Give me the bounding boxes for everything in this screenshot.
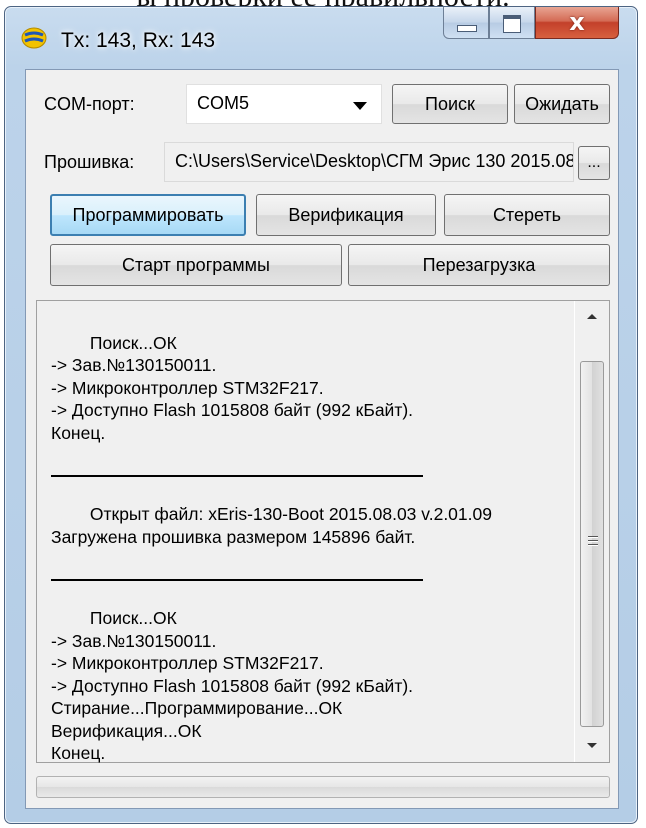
arrow-down-icon: [587, 743, 597, 748]
firmware-path-field[interactable]: C:\Users\Service\Desktop\СГМ Эрис 130 20…: [164, 142, 574, 182]
log-block: Поиск...ОК -> Зав.№130150011. -> Микроко…: [51, 332, 414, 443]
browse-button[interactable]: ...: [578, 146, 610, 180]
log-scrollbar[interactable]: [574, 301, 609, 762]
log-separator: [51, 578, 423, 581]
log-block: Открыт файл: xEris-130-Boot 2015.08.03 v…: [51, 504, 492, 547]
app-window: Tx: 143, Rx: 143 x COM-порт: COM5 Поиск …: [4, 6, 638, 824]
scroll-thumb[interactable]: [580, 361, 604, 727]
scroll-up-button[interactable]: [575, 301, 609, 335]
log-text: Поиск...ОК -> Зав.№130150011. -> Микроко…: [51, 309, 577, 787]
log-separator: [51, 474, 423, 477]
title-bar[interactable]: Tx: 143, Rx: 143 x: [5, 7, 637, 67]
app-logo-icon: [21, 27, 47, 49]
grip-icon: [588, 536, 598, 548]
chevron-down-icon: [353, 102, 367, 110]
caption-buttons: x: [443, 7, 619, 41]
close-icon: x: [569, 8, 585, 36]
minimize-icon: [457, 25, 477, 32]
close-button[interactable]: x: [535, 7, 619, 39]
reboot-button[interactable]: Перезагрузка: [348, 244, 610, 286]
arrow-up-icon: [587, 314, 597, 319]
start-program-button[interactable]: Старт программы: [50, 244, 342, 286]
window-title: Tx: 143, Rx: 143: [61, 29, 216, 52]
progress-bar: [36, 776, 610, 798]
maximize-icon: [503, 15, 521, 33]
minimize-button[interactable]: [443, 7, 489, 39]
log-area[interactable]: Поиск...ОК -> Зав.№130150011. -> Микроко…: [36, 300, 610, 763]
scroll-down-button[interactable]: [575, 728, 609, 762]
firmware-path-value: C:\Users\Service\Desktop\СГМ Эрис 130 20…: [175, 151, 574, 171]
erase-button[interactable]: Стереть: [444, 194, 610, 236]
verify-button[interactable]: Верификация: [256, 194, 436, 236]
log-block: Поиск...ОК -> Зав.№130150011. -> Микроко…: [51, 608, 414, 763]
maximize-button[interactable]: [489, 7, 535, 39]
com-port-select[interactable]: COM5: [186, 84, 382, 124]
com-port-label: COM-порт:: [44, 94, 135, 114]
client-area: COM-порт: COM5 Поиск Ожидать Прошивка: C…: [25, 69, 619, 809]
com-port-value: COM5: [197, 93, 250, 113]
search-button[interactable]: Поиск: [392, 84, 508, 124]
firmware-label: Прошивка:: [44, 152, 135, 172]
wait-button[interactable]: Ожидать: [514, 84, 610, 124]
program-button[interactable]: Программировать: [50, 194, 246, 236]
